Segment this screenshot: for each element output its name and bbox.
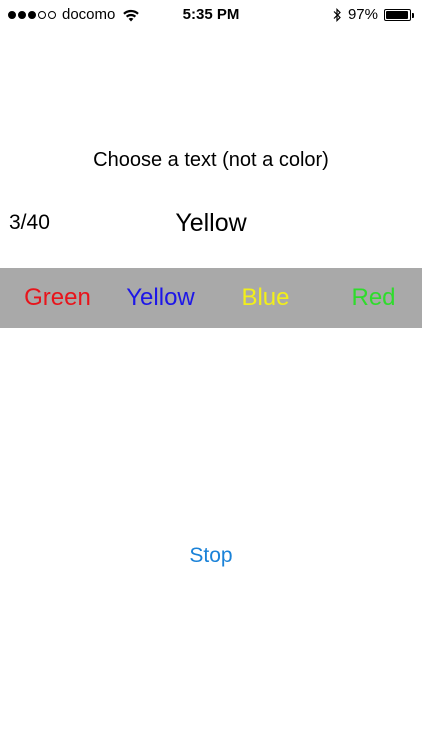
choice-option[interactable]: Blue <box>213 268 318 328</box>
instruction-text: Choose a text (not a color) <box>93 149 329 171</box>
choice-option[interactable]: Yellow <box>108 268 213 328</box>
battery-fill <box>386 11 408 19</box>
battery-nub <box>412 13 414 18</box>
stop-button[interactable]: Stop <box>161 542 261 570</box>
target-word: Yellow <box>175 209 247 237</box>
battery-icon <box>384 9 414 21</box>
bluetooth-icon <box>333 8 341 22</box>
choice-option[interactable]: Red <box>321 268 422 328</box>
choice-option[interactable]: Green <box>5 268 110 328</box>
status-bar: docomo 5:35 PM 97% <box>0 0 422 30</box>
status-right: 97% <box>332 6 414 24</box>
battery-percent: 97% <box>347 6 378 23</box>
choice-band: Green Yellow Blue Red <box>0 268 422 328</box>
